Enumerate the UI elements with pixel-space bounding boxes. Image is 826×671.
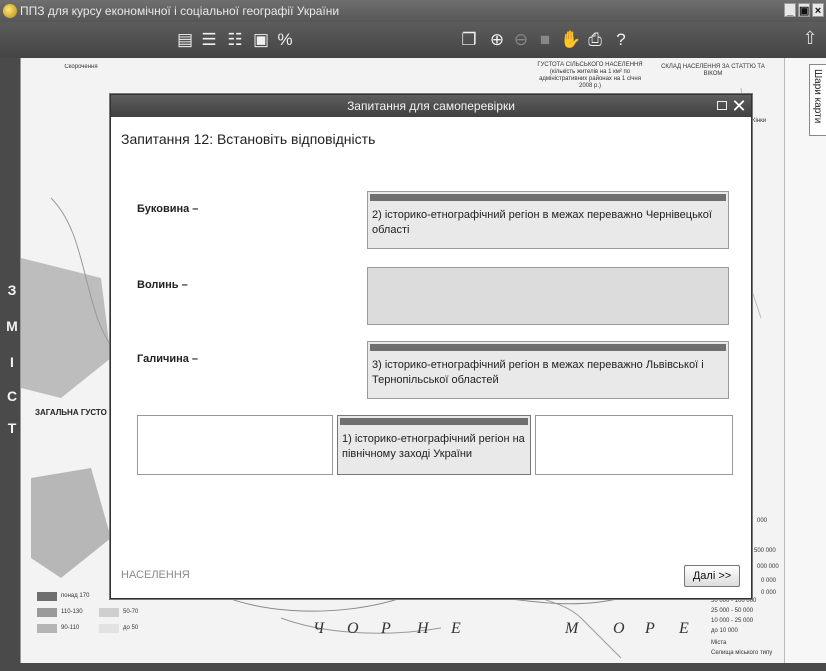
section-label: НАСЕЛЕННЯ (121, 569, 190, 581)
legend-swatch (37, 608, 57, 617)
answer-pool: 1) історико-етнографічний регіон на півн… (137, 415, 733, 475)
rural-density-subtitle: (кількість жителів на 1 км² по адміністр… (539, 69, 641, 89)
map-scale-number: 2 500 000 (749, 548, 776, 554)
sea-letter: О (347, 620, 359, 637)
map-layers-tab[interactable]: Шари карти (809, 64, 826, 136)
sex-age-heading: СКЛАД НАСЕЛЕННЯ ЗА СТАТТЮ ТА ВІКОМ (661, 64, 765, 77)
sea-letter: Е (679, 620, 689, 637)
legend-label: 50-70 (123, 609, 139, 615)
pool-slot[interactable] (535, 415, 733, 475)
document-icon[interactable]: ▤ (176, 30, 194, 50)
map-legend-towns: Селища міського типу (711, 650, 773, 656)
pool-slot[interactable] (137, 415, 333, 475)
answer-card[interactable]: 1) історико-етнографічний регіон на півн… (337, 415, 531, 475)
legend-label: до 50 (123, 625, 139, 631)
legend-label: 110-130 (61, 609, 83, 615)
rural-density-title: ГУСТОТА СІЛЬСЬКОГО НАСЕЛЕННЯ (537, 62, 643, 68)
card-drag-handle[interactable] (370, 194, 726, 201)
legend-label: 90-110 (61, 625, 80, 631)
answer-card-text[interactable]: 2) історико-етнографічний регіон в межах… (372, 208, 726, 238)
sea-letter: М (565, 620, 579, 637)
window-title: ППЗ для курсу економічної і соціальної г… (20, 4, 340, 18)
legend-title: Скорочення (64, 64, 98, 70)
side-letter[interactable]: І (6, 354, 18, 370)
window-controls: _ ▣ × (784, 3, 824, 17)
side-letter[interactable]: М (6, 318, 18, 334)
print-icon[interactable]: ⎙ (586, 30, 604, 50)
question-text: Запитання 12: Встановіть відповідність (121, 131, 376, 147)
list-detail-icon[interactable]: ☷ (226, 30, 244, 50)
hand-icon[interactable]: ✋ (560, 30, 581, 50)
dialog-title: Запитання для самоперевірки (347, 99, 515, 113)
list-icon[interactable]: ☰ (200, 30, 218, 50)
app-icon (3, 4, 17, 18)
map-legend-cities: Міста (711, 640, 727, 646)
map-layers-label: Шари карти (812, 69, 823, 124)
rural-density-heading: ГУСТОТА СІЛЬСЬКОГО НАСЕЛЕННЯ (кількість … (535, 62, 645, 90)
map-scale-number: 000 (757, 518, 768, 524)
legend-swatch (37, 592, 57, 601)
main-toolbar: ▤ ☰ ☷ ▣ % ❐ ⊕ ⊖ ■ ✋ ⎙ ? (0, 22, 826, 58)
card-drag-handle[interactable] (370, 344, 726, 351)
status-strip (0, 663, 826, 671)
side-letter[interactable]: Т (6, 420, 18, 436)
row-label-bukovyna: Буковина – (137, 203, 199, 215)
map-scale-number: 000 000 (757, 564, 779, 570)
drop-zone-bukovyna[interactable]: 2) історико-етнографічний регіон в межах… (367, 191, 729, 249)
side-letter[interactable]: С (6, 388, 18, 404)
sea-letter: Н (417, 620, 429, 637)
help-icon[interactable]: ? (612, 30, 630, 50)
map-scale-number: до 10 000 (711, 628, 738, 634)
sea-letter: О (613, 620, 625, 637)
right-panel: Шари карти (784, 58, 826, 663)
window-titlebar: ППЗ для курсу економічної і соціальної г… (0, 0, 826, 22)
side-letter[interactable]: З (6, 282, 18, 298)
next-button[interactable]: Далі >> (684, 565, 740, 587)
self-check-dialog: Запитання для самоперевірки ✕ Запитання … (110, 94, 752, 599)
copy-icon[interactable]: ❐ (460, 30, 478, 50)
side-nav: З М І С Т (0, 58, 20, 663)
sea-letter: Р (645, 620, 655, 637)
up-arrow-icon[interactable]: ⇧ (800, 28, 820, 50)
maximize-button[interactable]: ▣ (798, 3, 810, 17)
map-scale-number: 10 000 - 25 000 (711, 618, 754, 624)
zoom-in-icon[interactable]: ⊕ (488, 30, 506, 50)
sea-letter: Е (451, 620, 461, 637)
answer-card-text[interactable]: 3) історико-етнографічний регіон в межах… (372, 358, 726, 388)
drop-zone-volyn[interactable] (367, 267, 729, 325)
row-label-halychyna: Галичина – (137, 353, 199, 365)
row-label-volyn: Волинь – (137, 279, 188, 291)
legend-swatch (99, 608, 119, 617)
map-scale-number: 0 000 (761, 578, 777, 584)
legend-label: понад 170 (61, 593, 90, 599)
close-window-button[interactable]: × (812, 3, 824, 17)
answer-card-text[interactable]: 1) історико-етнографічний регіон на півн… (342, 432, 528, 462)
percent-icon[interactable]: % (276, 30, 294, 50)
sea-letter: Ч (313, 620, 325, 637)
sea-letter: Р (381, 620, 391, 637)
monitor-icon[interactable]: ▣ (252, 30, 270, 50)
zoom-out-icon[interactable]: ⊖ (512, 30, 530, 50)
map-scale-number: 0 000 (761, 590, 777, 596)
legend-swatch (37, 624, 57, 633)
minimize-button[interactable]: _ (784, 3, 796, 17)
dialog-titlebar: Запитання для самоперевірки ✕ (111, 95, 751, 117)
maximize-icon[interactable] (717, 101, 727, 110)
square-icon[interactable]: ■ (536, 30, 554, 50)
map-scale-number: 25 000 - 50 000 (711, 608, 754, 614)
legend-swatch (99, 624, 119, 633)
close-icon[interactable]: ✕ (730, 97, 748, 115)
overall-density-title: ЗАГАЛЬНА ГУСТО (35, 408, 107, 417)
drop-zone-halychyna[interactable]: 3) історико-етнографічний регіон в межах… (367, 341, 729, 399)
card-drag-handle[interactable] (340, 418, 528, 425)
